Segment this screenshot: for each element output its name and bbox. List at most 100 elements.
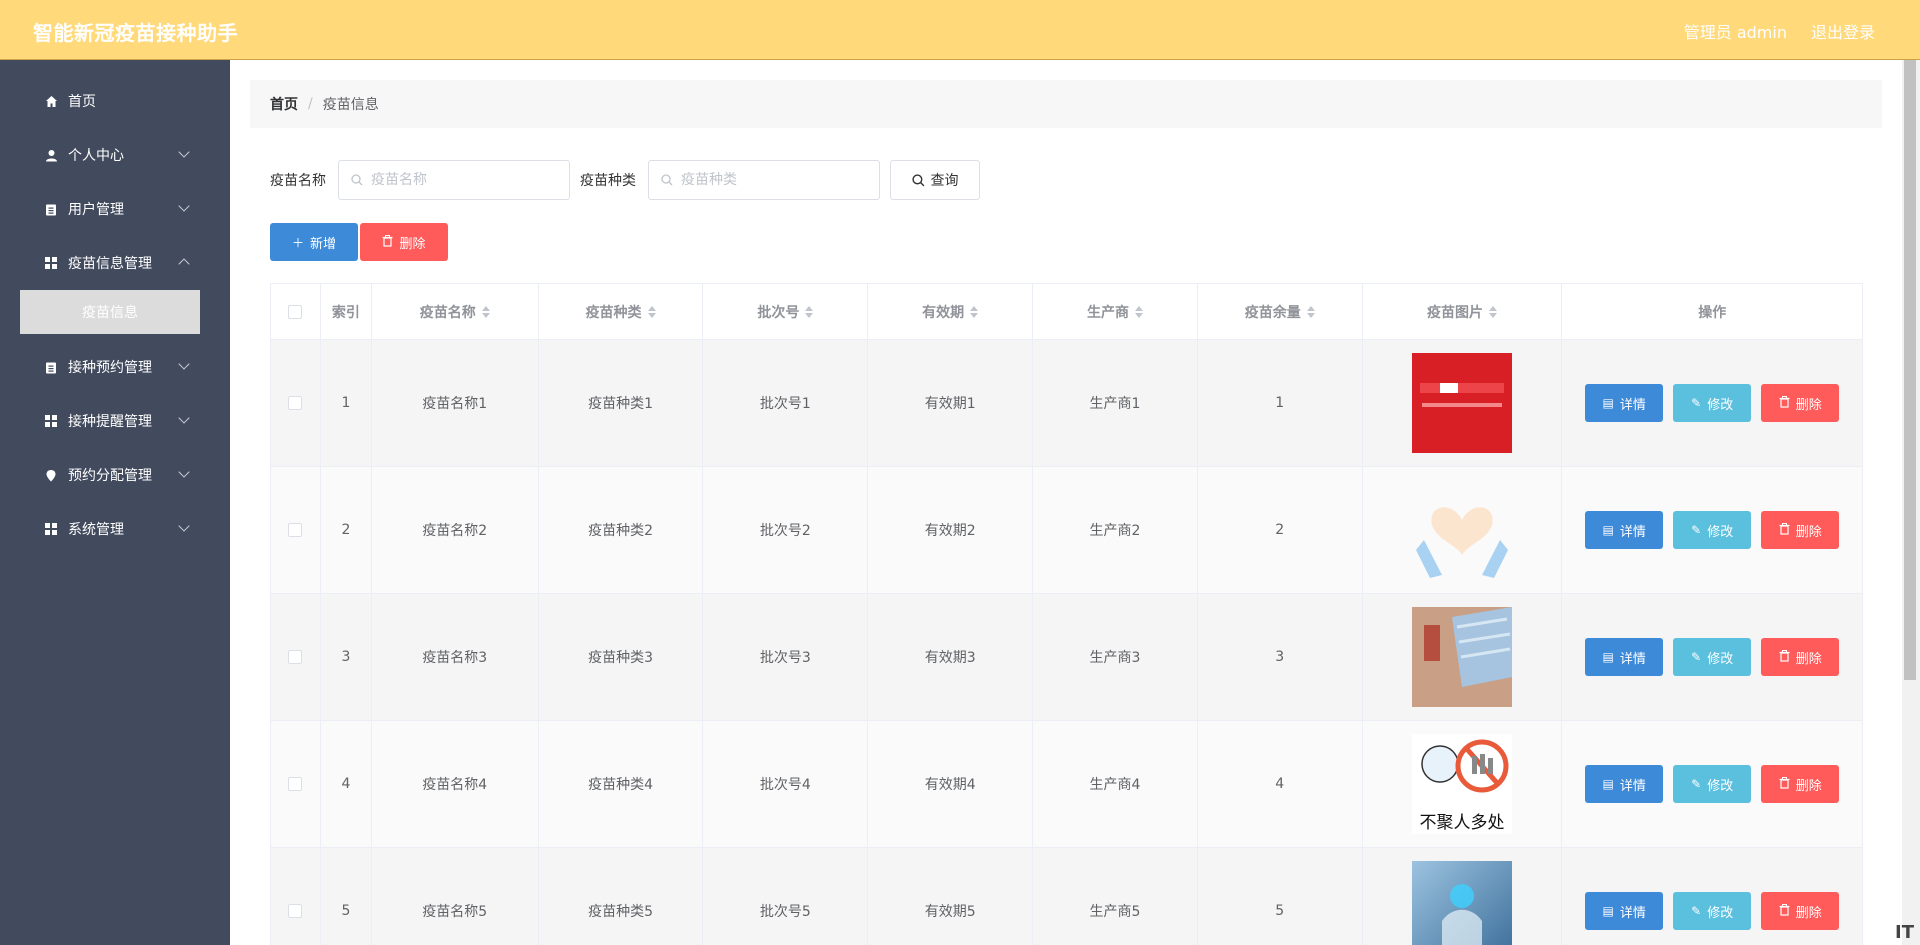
edit-button[interactable]: ✎ 修改 bbox=[1673, 892, 1752, 930]
header-batch-number[interactable]: 批次号 bbox=[703, 284, 869, 339]
edit-button[interactable]: ✎ 修改 bbox=[1673, 511, 1752, 549]
detail-button[interactable]: ▤ 详情 bbox=[1585, 384, 1664, 422]
header-vaccine-name[interactable]: 疫苗名称 bbox=[372, 284, 539, 339]
header-vaccine-image[interactable]: 疫苗图片 bbox=[1363, 284, 1563, 339]
sort-icon[interactable] bbox=[1489, 305, 1498, 318]
vaccine-image bbox=[1412, 353, 1513, 453]
row-checkbox[interactable] bbox=[288, 396, 303, 410]
edit-button[interactable]: ✎ 修改 bbox=[1673, 765, 1752, 803]
detail-button-label: 详情 bbox=[1619, 651, 1646, 667]
trash-icon bbox=[1779, 903, 1790, 919]
row-checkbox[interactable] bbox=[288, 523, 303, 537]
add-button-label: 新增 bbox=[310, 236, 337, 252]
scrollbar-thumb[interactable] bbox=[1904, 60, 1916, 680]
delete-button-label: 删除 bbox=[1795, 524, 1822, 540]
cell-manufacturer: 生产商1 bbox=[1033, 340, 1198, 466]
search-icon bbox=[911, 173, 924, 186]
sidebar-item-appointment-management[interactable]: 接种预约管理 bbox=[0, 340, 230, 394]
vaccine-type-input[interactable] bbox=[681, 172, 861, 188]
sort-icon[interactable] bbox=[1134, 305, 1143, 318]
edit-button[interactable]: ✎ 修改 bbox=[1673, 384, 1752, 422]
cell-expiry: 有效期5 bbox=[868, 848, 1034, 945]
edit-icon: ✎ bbox=[1691, 904, 1702, 918]
cell-actions: ▤ 详情 ✎ 修改 删除 bbox=[1562, 340, 1862, 466]
add-button[interactable]: ＋ 新增 bbox=[270, 223, 358, 261]
vaccine-table: 索引 疫苗名称 疫苗种类 批次号 有效期 生产商 疫苗余量 疫苗图片 操作 1 … bbox=[270, 283, 1863, 945]
delete-button[interactable]: 删除 bbox=[1761, 892, 1840, 930]
cell-vaccine-image bbox=[1363, 848, 1563, 945]
sidebar-item-home[interactable]: 首页 bbox=[0, 74, 230, 128]
document-icon: ▤ bbox=[1602, 777, 1614, 791]
header-label: 有效期 bbox=[922, 304, 965, 321]
cell-batch-number: 批次号5 bbox=[703, 848, 869, 945]
row-select-cell bbox=[271, 721, 321, 847]
vaccine-image bbox=[1412, 607, 1513, 707]
header-label: 生产商 bbox=[1086, 304, 1129, 321]
sidebar-item-allocation-management[interactable]: 预约分配管理 bbox=[0, 448, 230, 502]
edit-button-label: 修改 bbox=[1707, 397, 1734, 413]
user-icon bbox=[44, 148, 58, 162]
cell-expiry: 有效期4 bbox=[868, 721, 1034, 847]
header-label: 疫苗名称 bbox=[419, 304, 476, 321]
detail-button[interactable]: ▤ 详情 bbox=[1585, 765, 1664, 803]
detail-button[interactable]: ▤ 详情 bbox=[1585, 892, 1664, 930]
select-all-checkbox[interactable] bbox=[288, 304, 303, 319]
cell-manufacturer: 生产商2 bbox=[1033, 467, 1198, 593]
delete-button[interactable]: 删除 bbox=[1761, 384, 1840, 422]
sort-icon[interactable] bbox=[970, 305, 979, 318]
delete-button[interactable]: 删除 bbox=[1761, 638, 1840, 676]
row-checkbox[interactable] bbox=[288, 904, 303, 918]
sort-icon[interactable] bbox=[805, 305, 814, 318]
header-label: 疫苗种类 bbox=[585, 304, 642, 321]
sort-icon[interactable] bbox=[1306, 305, 1315, 318]
cell-batch-number: 批次号1 bbox=[703, 340, 869, 466]
chevron-down-icon bbox=[178, 358, 190, 370]
cell-actions: ▤ 详情 ✎ 修改 删除 bbox=[1562, 594, 1862, 720]
vaccine-image bbox=[1412, 861, 1513, 945]
detail-button[interactable]: ▤ 详情 bbox=[1585, 511, 1664, 549]
cell-vaccine-type: 疫苗种类2 bbox=[539, 467, 704, 593]
sort-icon[interactable] bbox=[481, 305, 490, 318]
sidebar-item-user-management[interactable]: 用户管理 bbox=[0, 182, 230, 236]
search-bar: 疫苗名称 疫苗种类 查询 bbox=[270, 160, 980, 200]
query-button[interactable]: 查询 bbox=[890, 160, 980, 200]
cell-index: 2 bbox=[321, 467, 372, 593]
header-manufacturer[interactable]: 生产商 bbox=[1033, 284, 1198, 339]
table-row: 5 疫苗名称5 疫苗种类5 批次号5 有效期5 生产商5 5 ▤ 详情 ✎ 修改 删… bbox=[271, 848, 1862, 945]
cell-expiry: 有效期1 bbox=[868, 340, 1034, 466]
batch-delete-button[interactable]: 删除 bbox=[360, 223, 448, 261]
table-row: 2 疫苗名称2 疫苗种类2 批次号2 有效期2 生产商2 2 ▤ 详情 ✎ 修改 删… bbox=[271, 467, 1862, 594]
vaccine-name-input[interactable] bbox=[371, 172, 551, 188]
breadcrumb-home[interactable]: 首页 bbox=[270, 94, 298, 114]
edit-button[interactable]: ✎ 修改 bbox=[1673, 638, 1752, 676]
row-select-cell bbox=[271, 594, 321, 720]
document-icon: ▤ bbox=[1602, 396, 1614, 410]
header-expiry[interactable]: 有效期 bbox=[868, 284, 1034, 339]
header-stock[interactable]: 疫苗余量 bbox=[1198, 284, 1363, 339]
trash-icon bbox=[382, 234, 393, 250]
detail-button-label: 详情 bbox=[1619, 778, 1646, 794]
sidebar-item-vaccine-info-management[interactable]: 疫苗信息管理 bbox=[0, 236, 230, 290]
sidebar-item-reminder-management[interactable]: 接种提醒管理 bbox=[0, 394, 230, 448]
detail-button-label: 详情 bbox=[1619, 524, 1646, 540]
current-user-label: 管理员 admin bbox=[1683, 23, 1787, 42]
logout-link[interactable]: 退出登录 bbox=[1811, 19, 1875, 43]
cell-vaccine-image bbox=[1363, 467, 1563, 593]
cell-vaccine-name: 疫苗名称2 bbox=[372, 467, 539, 593]
row-checkbox[interactable] bbox=[288, 650, 303, 664]
edit-icon: ✎ bbox=[1691, 650, 1702, 664]
sort-icon[interactable] bbox=[647, 305, 656, 318]
sidebar-item-personal-center[interactable]: 个人中心 bbox=[0, 128, 230, 182]
edit-button-label: 修改 bbox=[1707, 905, 1734, 921]
trash-icon bbox=[1779, 776, 1790, 792]
sidebar-item-system-management[interactable]: 系统管理 bbox=[0, 502, 230, 556]
detail-button[interactable]: ▤ 详情 bbox=[1585, 638, 1664, 676]
main-content: 首页 / 疫苗信息 疫苗名称 疫苗种类 查询 ＋ 新增 删除 bbox=[230, 60, 1902, 945]
row-checkbox[interactable] bbox=[288, 777, 303, 791]
delete-button-label: 删除 bbox=[1795, 397, 1822, 413]
header-vaccine-type[interactable]: 疫苗种类 bbox=[539, 284, 704, 339]
header-label: 疫苗图片 bbox=[1427, 304, 1484, 321]
delete-button[interactable]: 删除 bbox=[1761, 765, 1840, 803]
sidebar-subitem-vaccine-info[interactable]: 疫苗信息 bbox=[20, 290, 200, 334]
delete-button[interactable]: 删除 bbox=[1761, 511, 1840, 549]
